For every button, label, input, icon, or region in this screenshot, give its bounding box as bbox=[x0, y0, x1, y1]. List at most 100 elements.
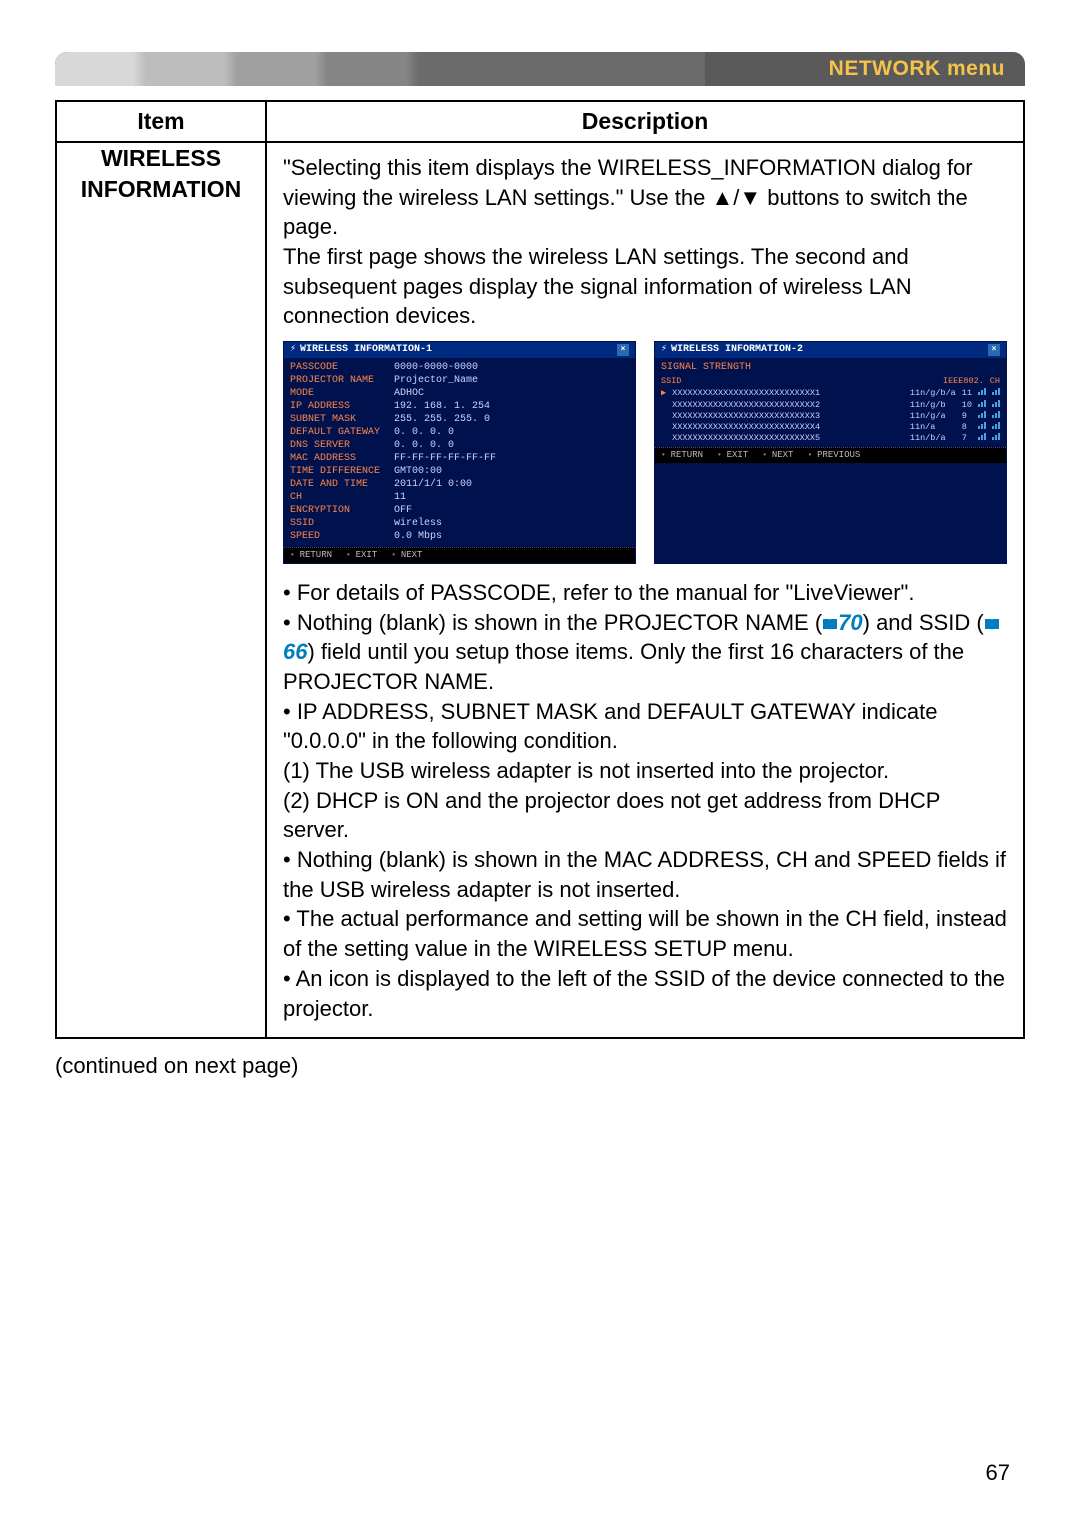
manual-ref-icon bbox=[822, 609, 838, 622]
setting-key: SUBNET MASK bbox=[290, 414, 380, 426]
signal-bars-icon bbox=[978, 388, 986, 395]
signal-cell: 10 bbox=[962, 400, 972, 410]
manual-ref-icon bbox=[984, 609, 1000, 622]
setting-key: MODE bbox=[290, 388, 380, 400]
footer-button[interactable]: RETURN bbox=[661, 450, 703, 461]
col-ieee802: IEEE802. bbox=[943, 376, 984, 386]
intro-paragraph: "Selecting this item displays the WIRELE… bbox=[283, 153, 1007, 331]
dialog1-footer: RETURN EXIT NEXT bbox=[284, 547, 635, 563]
setting-key: IP ADDRESS bbox=[290, 401, 380, 413]
dialog2-footer: RETURN EXIT NEXT PREVIOUS bbox=[655, 447, 1006, 463]
dialog2-heading: SIGNAL STRENGTH bbox=[661, 362, 1000, 376]
signal-cell: 11n/g/b/a bbox=[910, 388, 956, 398]
signal-cell: 11n/g/b bbox=[910, 400, 956, 410]
dialog2-column-headers: SSID IEEE802. CH bbox=[661, 376, 1000, 386]
setting-value: 11 bbox=[394, 492, 629, 504]
signal-cell bbox=[992, 411, 1000, 421]
signal-cell bbox=[992, 388, 1000, 398]
close-icon[interactable]: × bbox=[988, 344, 1000, 356]
signal-cell: 11n/b/a bbox=[910, 433, 956, 443]
signal-bars-icon bbox=[978, 400, 986, 407]
setting-key: ENCRYPTION bbox=[290, 505, 380, 517]
setting-value: 0. 0. 0. 0 bbox=[394, 427, 629, 439]
wireless-info-dialog-2: ⚡ WIRELESS INFORMATION-2 × SIGNAL STRENG… bbox=[654, 341, 1007, 564]
signal-cell bbox=[978, 400, 986, 410]
setting-value: 0.0 Mbps bbox=[394, 531, 629, 543]
signal-cell: 11 bbox=[962, 388, 972, 398]
setting-value: ADHOC bbox=[394, 388, 629, 400]
setting-key: CH bbox=[290, 492, 380, 504]
setting-value: GMT00:00 bbox=[394, 466, 629, 478]
footer-button[interactable]: RETURN bbox=[290, 550, 332, 561]
signal-cell bbox=[661, 411, 666, 421]
item-label-line2: INFORMATION bbox=[81, 176, 242, 202]
dialog2-signal-grid: ▶ XXXXXXXXXXXXXXXXXXXXXXXXXXXX1 11n/g/b/a 1… bbox=[661, 388, 1000, 443]
col-ssid: SSID bbox=[661, 376, 937, 386]
signal-cell: XXXXXXXXXXXXXXXXXXXXXXXXXXXX1 bbox=[672, 388, 904, 398]
page-ref: 70 bbox=[838, 610, 862, 635]
signal-bars-icon bbox=[992, 411, 1000, 418]
footer-button[interactable]: NEXT bbox=[391, 550, 422, 561]
setting-key: SSID bbox=[290, 518, 380, 530]
signal-cell: XXXXXXXXXXXXXXXXXXXXXXXXXXXX5 bbox=[672, 433, 904, 443]
footer-button[interactable]: PREVIOUS bbox=[807, 450, 860, 461]
setting-key: TIME DIFFERENCE bbox=[290, 466, 380, 478]
continued-note: (continued on next page) bbox=[55, 1053, 1025, 1079]
signal-cell bbox=[661, 400, 666, 410]
setting-key: PASSCODE bbox=[290, 362, 380, 374]
signal-cell bbox=[661, 422, 666, 432]
row-description: "Selecting this item displays the WIRELE… bbox=[266, 142, 1024, 1038]
setting-value: FF-FF-FF-FF-FF-FF bbox=[394, 453, 629, 465]
signal-cell: 7 bbox=[962, 433, 972, 443]
signal-cell: 9 bbox=[962, 411, 972, 421]
signal-bars-icon bbox=[978, 433, 986, 440]
section-banner: NETWORK menu bbox=[55, 52, 1025, 86]
dialog1-titlebar: ⚡ WIRELESS INFORMATION-1 × bbox=[284, 342, 635, 358]
setting-value: Projector_Name bbox=[394, 375, 629, 387]
setting-value: 2011/1/1 0:00 bbox=[394, 479, 629, 491]
signal-cell bbox=[661, 433, 666, 443]
signal-cell bbox=[978, 388, 986, 398]
signal-cell: XXXXXXXXXXXXXXXXXXXXXXXXXXXX2 bbox=[672, 400, 904, 410]
signal-cell: ▶ bbox=[661, 388, 666, 398]
item-label-line1: WIRELESS bbox=[101, 145, 221, 171]
setting-value: 0000-0000-0000 bbox=[394, 362, 629, 374]
signal-cell: 11n/a bbox=[910, 422, 956, 432]
setting-key: DEFAULT GATEWAY bbox=[290, 427, 380, 439]
signal-bars-icon bbox=[992, 388, 1000, 395]
wireless-info-table: Item Description WIRELESS INFORMATION "S… bbox=[55, 100, 1025, 1039]
signal-cell: 11n/g/a bbox=[910, 411, 956, 421]
bullets-paragraph: • For details of PASSCODE, refer to the … bbox=[283, 578, 1007, 1023]
dialog1-title-text: WIRELESS INFORMATION-1 bbox=[296, 344, 617, 356]
setting-value: 0. 0. 0. 0 bbox=[394, 440, 629, 452]
setting-key: DNS SERVER bbox=[290, 440, 380, 452]
close-icon[interactable]: × bbox=[617, 344, 629, 356]
signal-bars-icon bbox=[978, 422, 986, 429]
setting-value: 192. 168. 1. 254 bbox=[394, 401, 629, 413]
signal-bars-icon bbox=[992, 422, 1000, 429]
footer-button[interactable]: EXIT bbox=[717, 450, 748, 461]
dialog2-titlebar: ⚡ WIRELESS INFORMATION-2 × bbox=[655, 342, 1006, 358]
signal-cell bbox=[992, 400, 1000, 410]
header-description: Description bbox=[266, 101, 1024, 142]
footer-button[interactable]: EXIT bbox=[346, 550, 377, 561]
signal-bars-icon bbox=[992, 433, 1000, 440]
signal-cell bbox=[978, 433, 986, 443]
setting-key: MAC ADDRESS bbox=[290, 453, 380, 465]
page-ref: 66 bbox=[283, 639, 307, 664]
setting-key: PROJECTOR NAME bbox=[290, 375, 380, 387]
col-ch: CH bbox=[990, 376, 1000, 386]
signal-bars-icon bbox=[992, 400, 1000, 407]
setting-key: DATE AND TIME bbox=[290, 479, 380, 491]
header-item: Item bbox=[56, 101, 266, 142]
setting-value: wireless bbox=[394, 518, 629, 530]
signal-cell bbox=[992, 433, 1000, 443]
signal-cell bbox=[978, 411, 986, 421]
banner-title: NETWORK menu bbox=[829, 57, 1005, 81]
dialog2-title-text: WIRELESS INFORMATION-2 bbox=[667, 344, 988, 356]
signal-cell: XXXXXXXXXXXXXXXXXXXXXXXXXXXX4 bbox=[672, 422, 904, 432]
footer-button[interactable]: NEXT bbox=[762, 450, 793, 461]
dialog1-settings-grid: PASSCODE 0000-0000-0000 PROJECTOR NAME Proj… bbox=[290, 362, 629, 543]
wireless-info-dialog-1: ⚡ WIRELESS INFORMATION-1 × PASSCODE 0000-… bbox=[283, 341, 636, 564]
setting-key: SPEED bbox=[290, 531, 380, 543]
